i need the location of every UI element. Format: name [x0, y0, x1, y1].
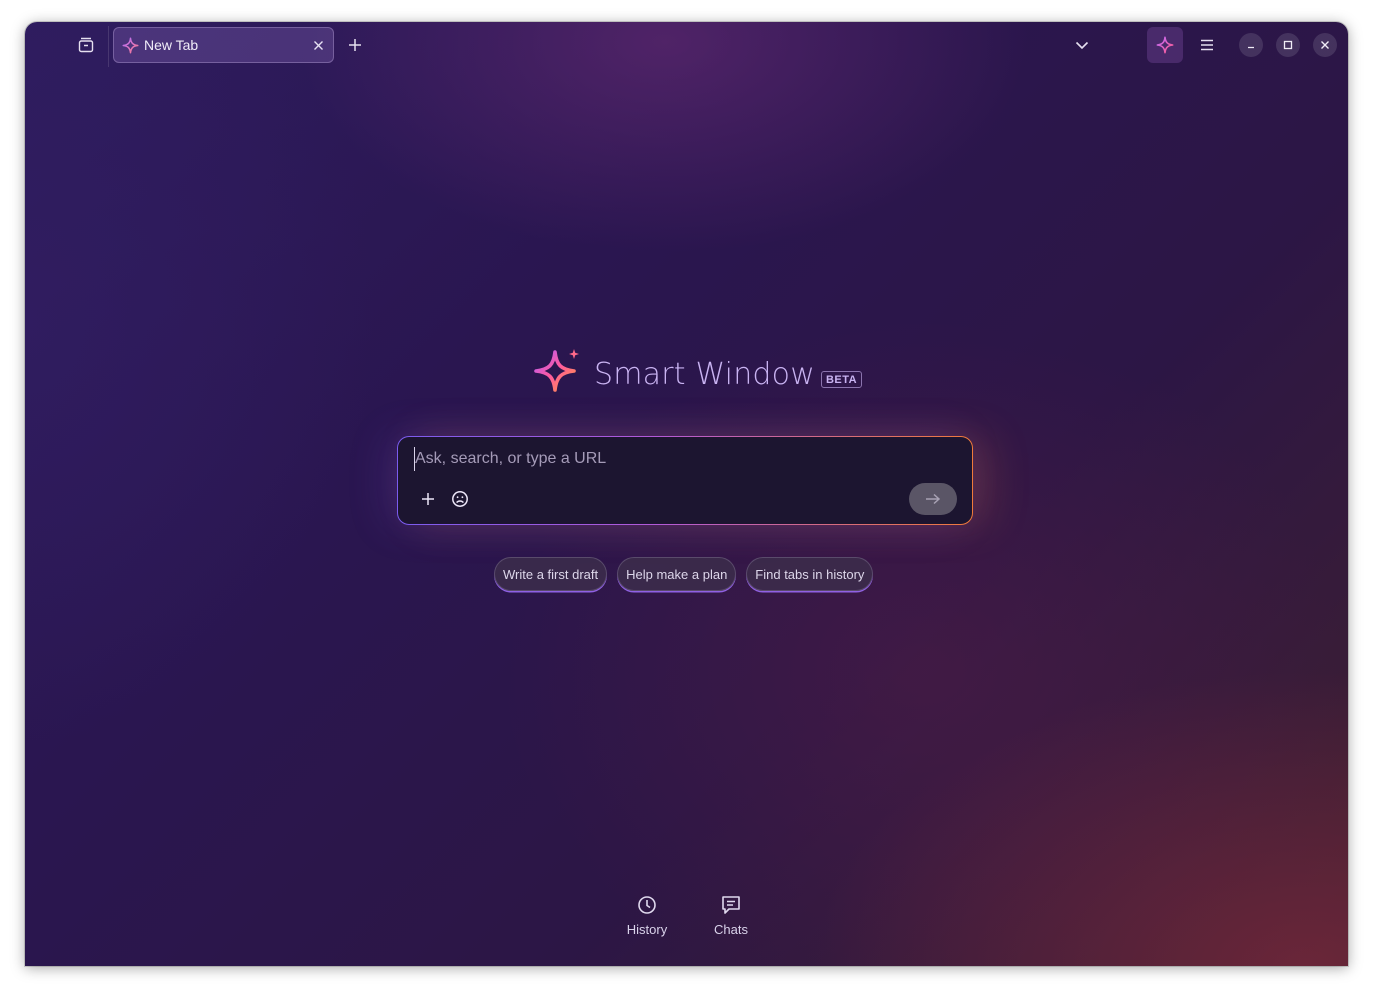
submit-button[interactable] [909, 483, 957, 515]
beta-badge: BETA [820, 370, 863, 388]
sparkle-icon [122, 37, 139, 54]
attach-button[interactable] [417, 488, 439, 510]
maximize-icon [1283, 40, 1293, 50]
toolbar-separator [108, 26, 109, 67]
smiley-face-icon [452, 491, 468, 507]
chats-label: Chats [714, 922, 748, 937]
smart-window-button[interactable] [1147, 27, 1183, 63]
app-menu-button[interactable] [1195, 32, 1219, 58]
new-tab-button[interactable] [343, 32, 367, 58]
search-input[interactable] [414, 447, 954, 471]
brand-title: Smart Window [594, 356, 815, 392]
close-icon [1321, 41, 1329, 49]
tab-list-icon [78, 37, 94, 53]
minimize-icon [1248, 46, 1254, 49]
history-button[interactable]: History [618, 894, 676, 937]
chevron-down-icon [1075, 41, 1089, 50]
hamburger-menu-icon [1201, 39, 1213, 51]
suggestion-chip-first-draft[interactable]: Write a first draft [494, 557, 608, 591]
close-icon[interactable] [307, 34, 329, 56]
sparkle-logo-icon [534, 349, 579, 392]
sparkle-icon [1156, 36, 1174, 54]
tab-bar: New Tab [25, 22, 1348, 68]
smart-input-box [397, 436, 973, 525]
clock-icon [636, 894, 658, 916]
maximize-button[interactable] [1276, 33, 1300, 57]
persona-button[interactable] [449, 488, 471, 510]
suggestion-chip-find-tabs[interactable]: Find tabs in history [746, 557, 874, 591]
suggestion-chips: Write a first draft Help make a plan Fin… [494, 557, 874, 591]
suggestion-chip-make-plan[interactable]: Help make a plan [617, 557, 737, 591]
chat-bubble-icon [720, 894, 742, 916]
tab-title: New Tab [144, 37, 199, 53]
tab-list-button[interactable] [70, 32, 102, 58]
plus-icon [349, 39, 361, 51]
tab-new-tab[interactable]: New Tab [113, 27, 334, 63]
bottom-nav: History Chats [25, 894, 1348, 944]
chats-button[interactable]: Chats [705, 894, 757, 937]
minimize-button[interactable] [1239, 33, 1263, 57]
history-label: History [626, 922, 668, 937]
arrow-right-icon [926, 493, 941, 505]
browser-window: New Tab Smart Window BETA Ask, search, o… [25, 22, 1348, 966]
list-all-tabs-button[interactable] [1069, 32, 1095, 58]
smart-window-brand: Smart Window BETA [530, 347, 863, 401]
close-window-button[interactable] [1313, 33, 1337, 57]
plus-icon [422, 493, 434, 505]
